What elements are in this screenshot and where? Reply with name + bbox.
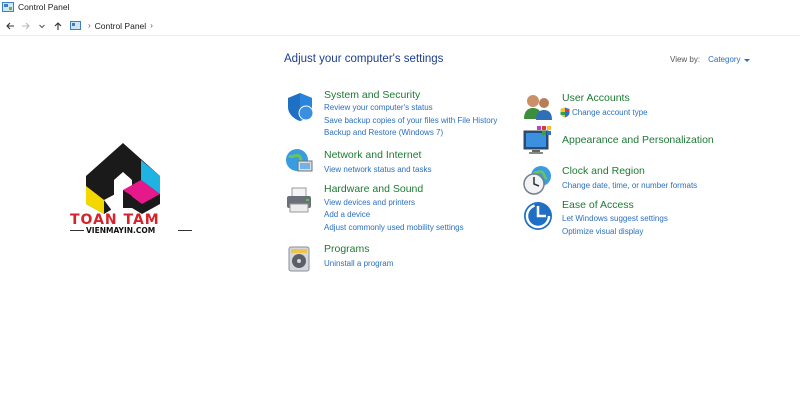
- monitor-palette-icon[interactable]: [522, 125, 554, 157]
- link-change-account-type[interactable]: Change account type: [572, 108, 648, 117]
- breadcrumb-separator[interactable]: ›: [150, 21, 153, 30]
- forward-button[interactable]: [19, 19, 32, 32]
- link-date-time-formats[interactable]: Change date, time, or number formats: [562, 181, 697, 190]
- address-bar: › Control Panel ›: [0, 16, 800, 36]
- category-title-system-security[interactable]: System and Security: [324, 89, 420, 101]
- page-title: Adjust your computer's settings: [284, 53, 444, 65]
- control-panel-icon: [70, 21, 81, 30]
- link-review-status[interactable]: Review your computer's status: [324, 103, 433, 112]
- link-add-device[interactable]: Add a device: [324, 210, 370, 219]
- category-title-hardware-sound[interactable]: Hardware and Sound: [324, 183, 423, 195]
- category-title-user-accounts[interactable]: User Accounts: [562, 92, 630, 104]
- logo-divider: [178, 230, 192, 231]
- window-title: Control Panel: [18, 2, 70, 12]
- category-title-programs[interactable]: Programs: [324, 243, 370, 255]
- category-title-ease-access[interactable]: Ease of Access: [562, 199, 634, 211]
- recent-locations-button[interactable]: [35, 19, 48, 32]
- arrow-left-icon: [5, 22, 14, 29]
- clock-globe-icon[interactable]: [522, 164, 554, 196]
- caret-down-icon[interactable]: [743, 58, 750, 62]
- breadcrumb-control-panel[interactable]: Control Panel: [95, 21, 147, 31]
- uac-shield-icon: [560, 107, 570, 118]
- arrow-right-icon: [21, 22, 30, 29]
- link-uninstall-program[interactable]: Uninstall a program: [324, 259, 393, 268]
- category-title-clock-region[interactable]: Clock and Region: [562, 165, 645, 177]
- users-icon[interactable]: [522, 91, 554, 123]
- link-devices-printers[interactable]: View devices and printers: [324, 198, 415, 207]
- address-field[interactable]: › Control Panel ›: [70, 18, 157, 34]
- logo-subtitle: VIENMAYIN.COM: [86, 226, 156, 235]
- programs-icon[interactable]: [284, 243, 316, 275]
- arrow-up-icon: [54, 21, 61, 30]
- view-by-label: View by:: [670, 55, 701, 64]
- view-by-dropdown[interactable]: Category: [708, 55, 740, 64]
- globe-network-icon[interactable]: [284, 146, 316, 178]
- link-optimize-display[interactable]: Optimize visual display: [562, 227, 643, 236]
- link-network-status[interactable]: View network status and tasks: [324, 165, 431, 174]
- category-title-network-internet[interactable]: Network and Internet: [324, 149, 421, 161]
- title-bar: Control Panel: [0, 0, 800, 14]
- back-button[interactable]: [3, 19, 16, 32]
- control-panel-icon: [2, 2, 14, 12]
- shield-icon[interactable]: [284, 91, 316, 123]
- up-button[interactable]: [51, 19, 64, 32]
- category-title-appearance[interactable]: Appearance and Personalization: [562, 134, 714, 146]
- breadcrumb-separator[interactable]: ›: [88, 21, 91, 30]
- link-windows-suggest[interactable]: Let Windows suggest settings: [562, 214, 668, 223]
- link-mobility-settings[interactable]: Adjust commonly used mobility settings: [324, 223, 464, 232]
- view-by: View by: Category: [670, 55, 750, 64]
- printer-icon[interactable]: [284, 185, 316, 217]
- ease-of-access-icon[interactable]: [522, 200, 554, 232]
- link-file-history[interactable]: Save backup copies of your files with Fi…: [324, 116, 497, 125]
- chevron-down-icon: [38, 24, 45, 28]
- link-backup-restore[interactable]: Backup and Restore (Windows 7): [324, 128, 443, 137]
- logo-divider: [70, 230, 84, 231]
